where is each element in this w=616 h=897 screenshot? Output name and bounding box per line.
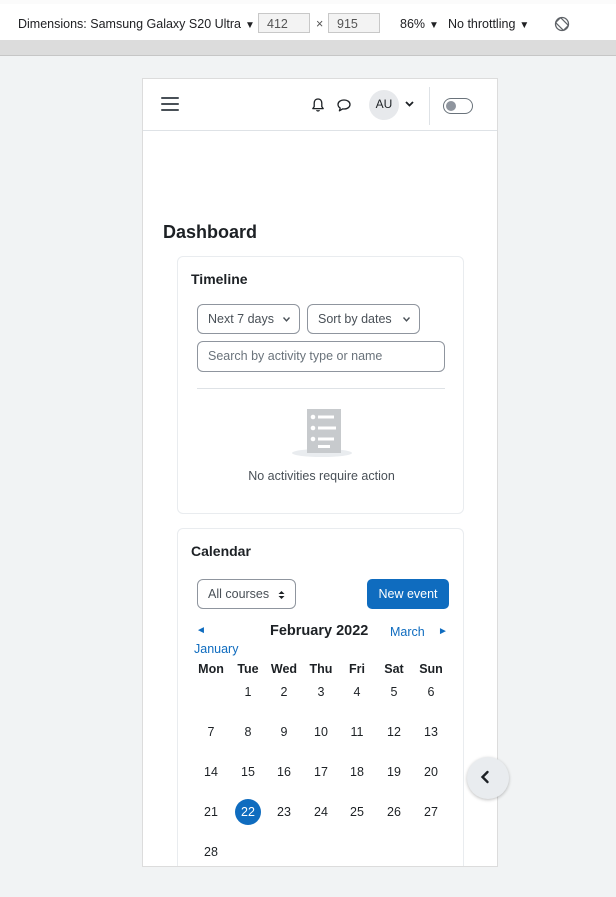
calendar-day[interactable]: 4 [344, 679, 370, 705]
sort-label: Sort by dates [318, 312, 392, 326]
width-input[interactable]: 412 [258, 13, 310, 33]
calendar-day[interactable]: 3 [308, 679, 334, 705]
calendar-title: Calendar [191, 543, 251, 559]
weekday-header: Sun [419, 662, 443, 676]
prev-month-link[interactable]: January [194, 642, 238, 656]
throttling-label: No throttling [448, 17, 516, 31]
calendar-card: Calendar All courses New event ◄ January… [177, 528, 464, 866]
calendar-day[interactable]: 14 [198, 759, 224, 785]
timeline-card: Timeline Next 7 days Sort by dates Searc… [177, 256, 464, 514]
weekday-header: Thu [309, 662, 333, 676]
rotate-icon[interactable] [554, 16, 570, 32]
calendar-day[interactable]: 27 [418, 799, 444, 825]
course-filter-label: All courses [208, 587, 270, 601]
activities-empty-icon [292, 409, 352, 457]
calendar-day[interactable]: 26 [381, 799, 407, 825]
calendar-day[interactable]: 17 [308, 759, 334, 785]
calendar-day[interactable]: 20 [418, 759, 444, 785]
sort-arrows-icon [278, 591, 285, 599]
calendar-day[interactable]: 24 [308, 799, 334, 825]
calendar-day[interactable]: 15 [235, 759, 261, 785]
bell-icon[interactable] [310, 97, 326, 113]
calendar-day[interactable]: 19 [381, 759, 407, 785]
caret-down-icon: ▼ [245, 20, 255, 31]
device-selector[interactable]: Dimensions: Samsung Galaxy S20 Ultra ▼ [18, 17, 255, 31]
new-event-button[interactable]: New event [367, 579, 449, 609]
device-selector-label: Dimensions: Samsung Galaxy S20 Ultra [18, 17, 242, 31]
page-title: Dashboard [163, 222, 258, 242]
top-navbar: AU [143, 79, 497, 131]
calendar-day[interactable]: 18 [344, 759, 370, 785]
timeline-day-filter[interactable]: Next 7 days [197, 304, 300, 334]
menu-icon[interactable] [161, 97, 179, 111]
open-drawer-button[interactable] [467, 757, 509, 799]
calendar-day[interactable]: 7 [198, 719, 224, 745]
navbar-divider [429, 87, 430, 125]
window-top-strip [0, 0, 616, 4]
caret-down-icon: ▼ [429, 20, 439, 31]
calendar-day[interactable]: 12 [381, 719, 407, 745]
weekday-header: Sat [384, 662, 404, 676]
weekday-header: Fri [349, 662, 365, 676]
calendar-day[interactable]: 6 [418, 679, 444, 705]
weekday-header: Tue [237, 662, 259, 676]
calendar-day[interactable]: 8 [235, 719, 261, 745]
divider [197, 388, 445, 389]
prev-month-arrow[interactable]: ◄ [196, 625, 206, 636]
timeline-title: Timeline [191, 271, 248, 287]
chevron-down-icon[interactable] [405, 101, 414, 107]
ruler-bar [0, 40, 616, 56]
course-filter-select[interactable]: All courses [197, 579, 296, 609]
chevron-down-icon [403, 317, 410, 322]
caret-down-icon: ▼ [519, 20, 530, 31]
weekday-header: Mon [198, 662, 224, 676]
edit-mode-toggle[interactable] [443, 98, 473, 114]
day-filter-label: Next 7 days [208, 312, 275, 326]
empty-state-message: No activities require action [248, 469, 395, 483]
calendar-day[interactable]: 10 [308, 719, 334, 745]
calendar-day[interactable]: 21 [198, 799, 224, 825]
calendar-day[interactable]: 9 [271, 719, 297, 745]
devtools-toolbar: Dimensions: Samsung Galaxy S20 Ultra ▼ 41… [0, 0, 616, 41]
dimension-separator: × [316, 17, 324, 31]
zoom-label: 86% [400, 17, 426, 31]
weekday-header: Wed [270, 662, 298, 676]
calendar-day[interactable]: 23 [271, 799, 297, 825]
calendar-day-today[interactable]: 22 [235, 799, 261, 825]
timeline-sort-selector[interactable]: Sort by dates [307, 304, 420, 334]
calendar-day[interactable]: 25 [344, 799, 370, 825]
device-viewport: AU Dashboard Timeline Next 7 days Sort b… [142, 78, 498, 867]
calendar-day[interactable]: 16 [271, 759, 297, 785]
calendar-day[interactable]: 13 [418, 719, 444, 745]
chat-icon[interactable] [336, 98, 352, 113]
calendar-day[interactable]: 2 [271, 679, 297, 705]
calendar-day[interactable]: 11 [344, 719, 370, 745]
calendar-day[interactable]: 28 [198, 839, 224, 865]
zoom-selector[interactable]: 86% ▼ [400, 17, 439, 31]
chevron-down-icon [283, 317, 290, 322]
height-input[interactable]: 915 [328, 13, 380, 33]
next-month-link[interactable]: March [390, 625, 425, 639]
calendar-day[interactable]: 1 [235, 679, 261, 705]
current-month-title: February 2022 [270, 623, 369, 639]
timeline-search-input[interactable]: Search by activity type or name [197, 341, 445, 372]
next-month-arrow[interactable]: ► [438, 626, 448, 637]
chevron-left-icon [480, 770, 489, 784]
calendar-day[interactable]: 5 [381, 679, 407, 705]
user-avatar[interactable]: AU [369, 90, 399, 120]
throttling-selector[interactable]: No throttling ▼ [448, 17, 529, 31]
